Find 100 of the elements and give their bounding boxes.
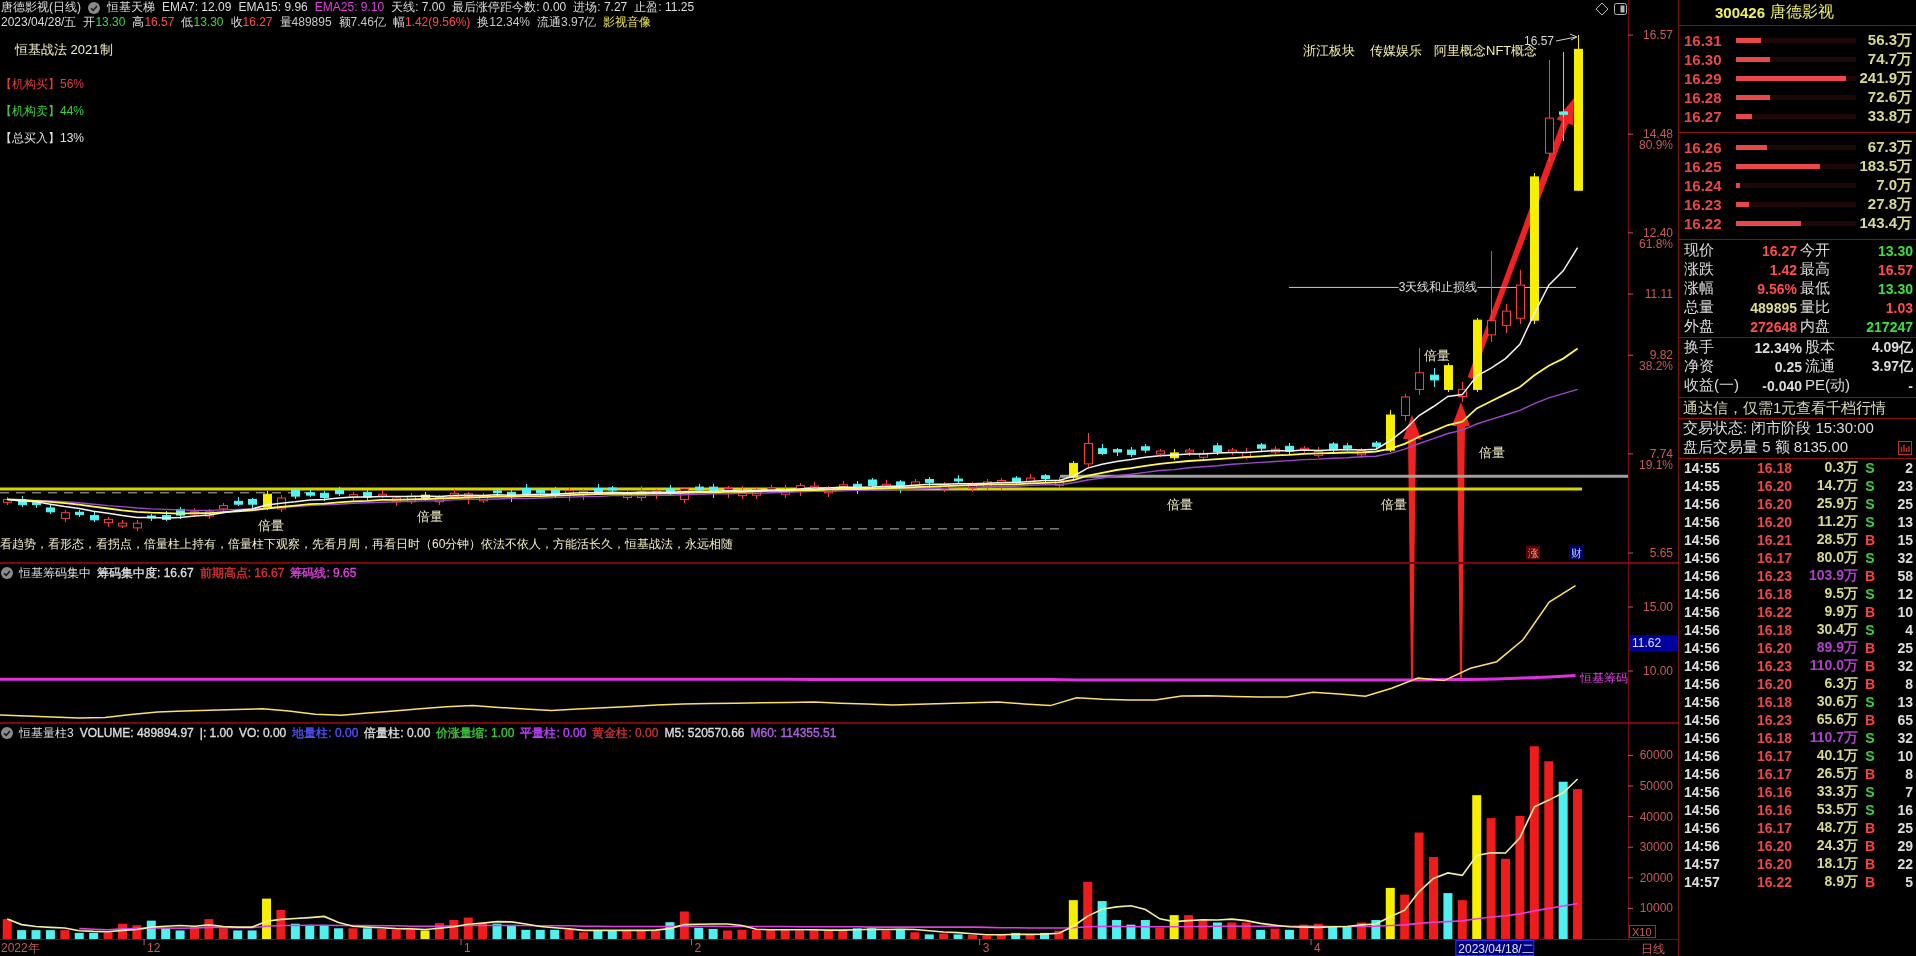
tick-volume: 18.1万 <box>1816 855 1858 873</box>
stat-label: 流通 <box>1805 357 1835 376</box>
tick-side: S <box>1865 694 1875 710</box>
tick-time: 14:56 <box>1684 730 1720 746</box>
quote-field: 幅1.42(9.56%) <box>392 15 471 30</box>
ratio-axis-label: 80.9% <box>1638 138 1673 153</box>
tick-price: 16.17 <box>1756 820 1792 836</box>
double-volume-label: 倍量 <box>258 518 284 533</box>
tick-side: B <box>1864 856 1876 872</box>
tick-side: S <box>1865 550 1875 566</box>
indicator-value: 地量柱: 0.00 <box>292 725 359 741</box>
tick-time: 14:56 <box>1684 748 1720 764</box>
tick-count: 8 <box>1905 676 1913 692</box>
tick-price: 16.18 <box>1756 694 1792 710</box>
tick-volume: 30.6万 <box>1816 693 1858 711</box>
tick-count: 4 <box>1905 622 1913 638</box>
double-volume-label: 倍量 <box>1424 348 1450 363</box>
tick-volume: 9.5万 <box>1824 585 1858 603</box>
tick-volume: 9.9万 <box>1824 603 1858 621</box>
stat-label: 涨跌 <box>1684 260 1714 279</box>
indicator-axis-label: 15.00 <box>1642 600 1673 615</box>
indicator-name: 恒基量柱3 <box>19 725 74 741</box>
stat-value: 16.27 <box>1761 242 1797 259</box>
price-axis-label: 11.11 <box>1644 287 1673 302</box>
stock-code: 300426 <box>1715 4 1766 21</box>
indicator-value: 止盈: 11.25 <box>634 0 695 15</box>
signal-text: 【机构卖】44% <box>0 103 85 119</box>
indicator-value: 黄金柱: 0.00 <box>592 725 659 741</box>
tick-price: 16.17 <box>1756 550 1792 566</box>
tick-price: 16.23 <box>1756 712 1792 728</box>
legend-entry: EMA25: 9.10 <box>314 0 385 15</box>
date-axis-label: 4 <box>1314 941 1321 955</box>
tick-side: S <box>1865 622 1875 638</box>
tick-time: 14:57 <box>1684 856 1720 872</box>
tick-side: B <box>1864 712 1876 728</box>
order-volume: 241.9万 <box>1859 69 1912 88</box>
stat-value: 3.97亿 <box>1871 357 1913 376</box>
indicator-value: 进场: 7.27 <box>573 0 628 15</box>
order-price: 16.26 <box>1684 139 1722 156</box>
tick-price: 16.18 <box>1756 730 1792 746</box>
tick-time: 14:56 <box>1684 550 1720 566</box>
tick-count: 2 <box>1905 460 1913 476</box>
indicator-value: VO: 0.00 <box>238 725 287 741</box>
volume-axis-label: 40000 <box>1639 809 1673 824</box>
tick-volume: 65.6万 <box>1816 711 1858 729</box>
tick-price: 16.17 <box>1756 766 1792 782</box>
stat-value: - <box>1908 377 1913 394</box>
tick-time: 14:56 <box>1684 658 1720 674</box>
quote-field: 量489895 <box>279 15 332 30</box>
stat-value: 13.30 <box>1877 280 1913 297</box>
tick-time: 14:56 <box>1684 568 1720 584</box>
tick-volume: 6.3万 <box>1824 675 1858 693</box>
tick-time: 14:56 <box>1684 676 1720 692</box>
tick-time: 14:55 <box>1684 478 1720 494</box>
tick-count: 7 <box>1905 784 1913 800</box>
tick-volume: 89.9万 <box>1816 639 1858 657</box>
double-volume-label: 倍量 <box>1479 445 1505 460</box>
tick-time: 14:56 <box>1684 496 1720 512</box>
stat-label: 量比 <box>1800 298 1830 317</box>
order-volume: 7.0万 <box>1876 176 1912 195</box>
quote-field: 收16.27 <box>230 15 273 30</box>
tick-side: S <box>1865 478 1875 494</box>
tick-price: 16.20 <box>1756 496 1792 512</box>
tick-time: 14:55 <box>1684 460 1720 476</box>
signal-text: 【总买入】13% <box>0 130 85 146</box>
stat-label: PE(动) <box>1805 376 1850 395</box>
date-axis-label: 1 <box>464 941 471 955</box>
tick-side: S <box>1865 730 1875 746</box>
volume-axis-label: 50000 <box>1639 779 1673 794</box>
date-axis-label: 12 <box>147 941 161 955</box>
order-volume: 27.8万 <box>1867 195 1912 214</box>
legend-entry: M5: 520570.66 <box>664 725 745 741</box>
indicator-value: 天线: 7.00 <box>391 0 446 15</box>
tick-price: 16.23 <box>1756 658 1792 674</box>
tick-time: 14:56 <box>1684 784 1720 800</box>
stat-label: 收益(一) <box>1684 376 1739 395</box>
tick-volume: 103.9万 <box>1808 567 1858 585</box>
tick-count: 8 <box>1905 766 1913 782</box>
tick-time: 14:56 <box>1684 820 1720 836</box>
quote-field: 额7.46亿 <box>338 15 386 30</box>
unit-label: X10 <box>1629 925 1656 938</box>
tick-count: 13 <box>1897 694 1913 710</box>
signal-text: 【机构买】56% <box>0 76 85 92</box>
concept-tag: 传媒娱乐 <box>1370 43 1422 58</box>
stat-label: 总量 <box>1684 298 1714 317</box>
tick-side: S <box>1865 514 1875 530</box>
tick-volume: 24.3万 <box>1816 837 1858 855</box>
tick-volume: 28.5万 <box>1816 531 1858 549</box>
tick-count: 22 <box>1897 856 1913 872</box>
stat-label: 最高 <box>1800 260 1830 279</box>
tick-price: 16.22 <box>1756 604 1792 620</box>
tick-volume: 110.0万 <box>1809 657 1858 675</box>
order-volume: 183.5万 <box>1859 157 1912 176</box>
tick-time: 14:56 <box>1684 712 1720 728</box>
double-volume-label: 倍量 <box>417 509 443 524</box>
order-price: 16.29 <box>1684 70 1722 87</box>
tick-count: 25 <box>1897 820 1913 836</box>
stat-label: 内盘 <box>1800 317 1830 336</box>
industry-label: 影视音像 <box>603 15 652 30</box>
tick-side: B <box>1864 658 1876 674</box>
